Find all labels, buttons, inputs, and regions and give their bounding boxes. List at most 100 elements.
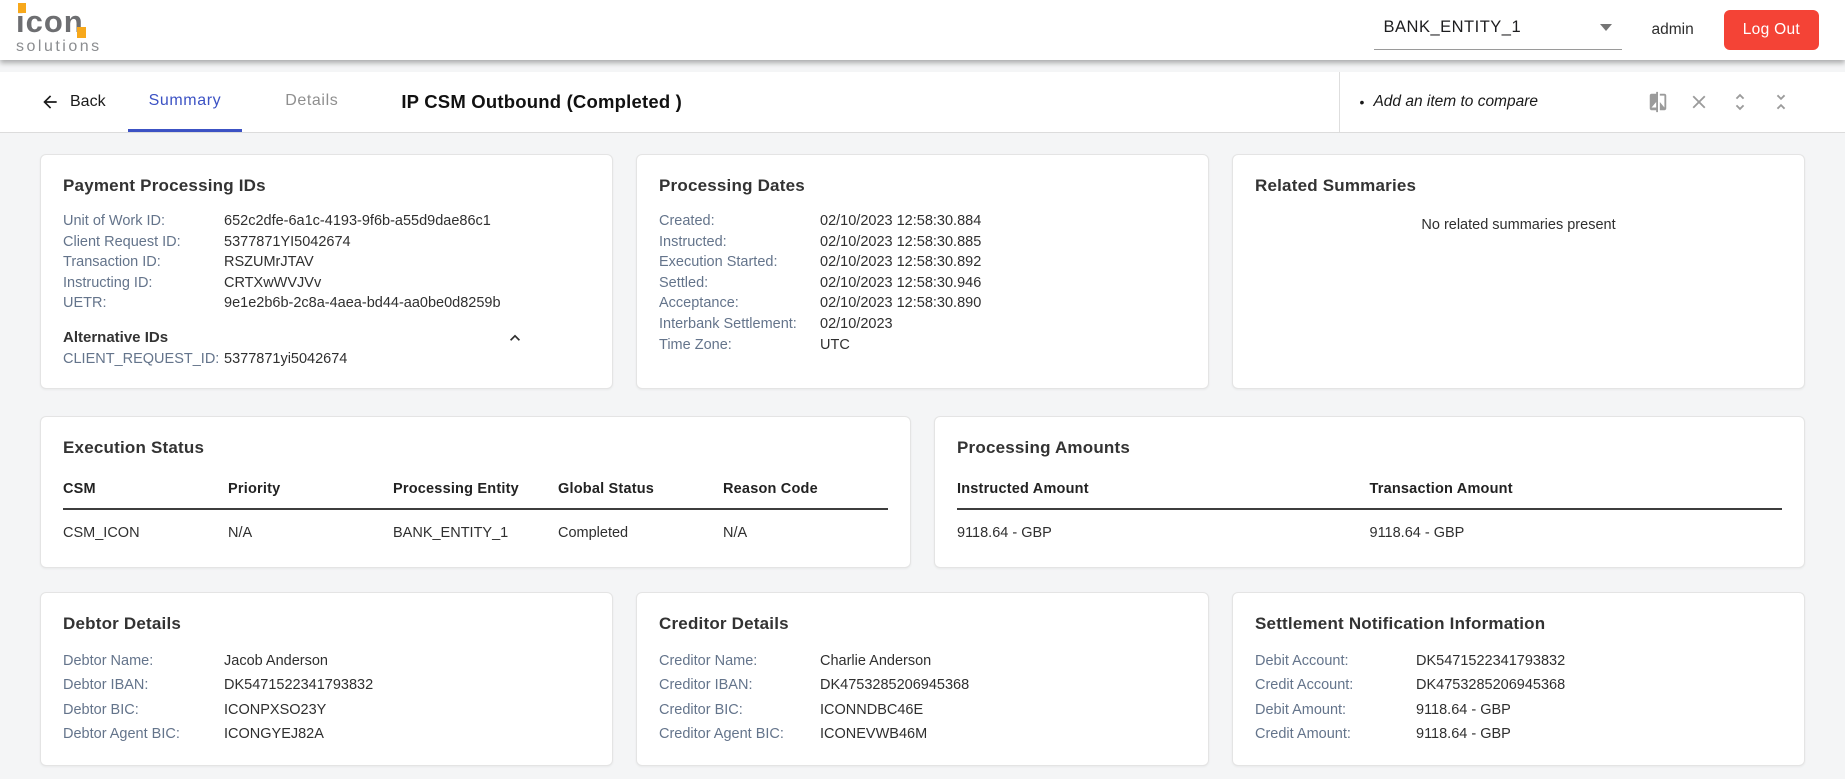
kv-value: DK5471522341793832	[1416, 652, 1566, 669]
card-title: Debtor Details	[63, 613, 182, 633]
kv-value: Jacob Anderson	[224, 652, 328, 669]
compare-icon[interactable]	[1646, 90, 1670, 114]
kv-value: 02/10/2023 12:58:30.946	[820, 274, 982, 291]
compare-section: • Add an item to compare	[1338, 72, 1845, 132]
kv-label: Client Request ID:	[63, 233, 181, 250]
kv-row: Debtor Agent BIC: ICONGYEJ82A	[63, 722, 590, 747]
kv-label: Creditor IBAN:	[659, 677, 753, 694]
kv-label: Execution Started:	[659, 254, 778, 271]
card-title: Settlement Notification Information	[1255, 613, 1546, 633]
kv-label: Debit Account:	[1255, 652, 1349, 669]
icon-solutions-logo: icon solutions	[16, 2, 102, 55]
kv-row: Acceptance: 02/10/2023 12:58:30.890	[659, 293, 1186, 314]
logo-orange-accent	[18, 2, 26, 13]
kv-row: Creditor BIC: ICONNDBC46E	[659, 698, 1186, 723]
cards-row-middle: Execution Status CSM Priority Processing…	[40, 415, 1805, 568]
kv-label: Debtor BIC:	[63, 701, 139, 718]
kv-label: Created:	[659, 213, 715, 229]
collapse-icon[interactable]	[1769, 90, 1793, 114]
kv-row: Interbank Settlement: 02/10/2023	[659, 314, 1186, 335]
kv-row: Debtor Name: Jacob Anderson	[63, 649, 590, 674]
kv-value: RSZUMrJTAV	[224, 254, 314, 271]
kv-label: Credit Account:	[1255, 677, 1354, 694]
logout-button[interactable]: Log Out	[1723, 10, 1819, 50]
column-header: Instructed Amount	[957, 472, 1370, 510]
kv-value: ICONGYEJ82A	[224, 726, 324, 743]
kv-row: Transaction ID: RSZUMrJTAV	[63, 252, 590, 273]
kv-label: Interbank Settlement:	[659, 315, 797, 332]
card-title: Processing Amounts	[957, 437, 1131, 457]
kv-label: Creditor Name:	[659, 652, 758, 669]
card-title: Related Summaries	[1255, 176, 1417, 195]
header-right: BANK_ENTITY_1 admin Log Out	[1373, 10, 1819, 50]
kv-label: Creditor Agent BIC:	[659, 726, 784, 743]
kv-label: Unit of Work ID:	[63, 213, 166, 229]
table-row: 9118.64 - GBP 9118.64 - GBP	[957, 509, 1782, 549]
kv-row: CLIENT_REQUEST_ID: 5377871yi5042674	[63, 349, 590, 370]
logo-word: icon	[16, 2, 86, 39]
logo-subtitle: solutions	[16, 37, 102, 55]
kv-label: CLIENT_REQUEST_ID:	[63, 350, 220, 367]
main-content: Payment Processing IDs Unit of Work ID: …	[0, 133, 1845, 766]
page-title: IP CSM Outbound (Completed )	[401, 91, 683, 112]
table-header-row: CSM Priority Processing Entity Global St…	[63, 472, 888, 510]
kv-row: Debtor BIC: ICONPXSO23Y	[63, 698, 590, 723]
empty-message: No related summaries present	[1421, 217, 1616, 233]
expand-icon[interactable]	[1728, 90, 1752, 114]
kv-row: Debit Account: DK5471522341793832	[1255, 649, 1782, 674]
table-cell: CSM_ICON	[63, 524, 140, 541]
kv-row: UETR: 9e1e2b6b-2c8a-4aea-bd44-aa0be0d825…	[63, 293, 590, 314]
kv-value: 02/10/2023 12:58:30.884	[820, 213, 982, 229]
kv-value: 02/10/2023 12:58:30.890	[820, 295, 982, 312]
tab-details[interactable]: Details	[264, 72, 359, 132]
kv-value: CRTXwWVJVv	[224, 274, 322, 291]
table-cell: 9118.64 - GBP	[1369, 524, 1465, 541]
kv-label: Creditor BIC:	[659, 701, 743, 718]
settlement-notification-card: Settlement Notification Information Debi…	[1232, 591, 1805, 766]
username-label: admin	[1651, 21, 1694, 38]
debtor-details-card: Debtor Details Debtor Name: Jacob Anders…	[40, 591, 613, 766]
kv-value: UTC	[820, 336, 850, 353]
kv-row: Creditor IBAN: DK4753285206945368	[659, 673, 1186, 698]
bank-entity-value: BANK_ENTITY_1	[1383, 18, 1522, 36]
close-icon[interactable]	[1687, 90, 1711, 114]
kv-row: Debtor IBAN: DK5471522341793832	[63, 673, 590, 698]
chevron-down-icon	[1599, 24, 1612, 31]
kv-value: Charlie Anderson	[820, 652, 932, 669]
chevron-up-icon[interactable]	[504, 327, 526, 349]
kv-label: Transaction ID:	[63, 254, 161, 271]
kv-label: Credit Amount:	[1255, 726, 1351, 743]
kv-label: UETR:	[63, 295, 107, 312]
kv-row: Credit Account: DK4753285206945368	[1255, 673, 1782, 698]
card-title: Payment Processing IDs	[63, 176, 266, 195]
back-arrow-icon	[43, 95, 57, 109]
kv-row: Created: 02/10/2023 12:58:30.884	[659, 211, 1186, 232]
execution-status-table: CSM Priority Processing Entity Global St…	[63, 472, 888, 549]
cards-row-bottom: Debtor Details Debtor Name: Jacob Anders…	[40, 591, 1805, 766]
tab-summary[interactable]: Summary	[127, 72, 243, 132]
processing-amounts-card: Processing Amounts Instructed Amount Tra…	[934, 415, 1805, 568]
kv-row: Unit of Work ID: 652c2dfe-6a1c-4193-9f6b…	[63, 211, 590, 232]
toolbar: Back Summary Details IP CSM Outbound (Co…	[0, 72, 1845, 133]
kv-value: 9118.64 - GBP	[1416, 726, 1511, 743]
kv-row: Client Request ID: 5377871YI5042674	[63, 232, 590, 253]
kv-value: 02/10/2023 12:58:30.892	[820, 254, 982, 271]
column-header: Transaction Amount	[1369, 472, 1782, 510]
back-button[interactable]: Back	[40, 72, 106, 132]
card-title: Execution Status	[63, 437, 205, 457]
kv-row: Creditor Name: Charlie Anderson	[659, 649, 1186, 674]
column-header: Priority	[228, 472, 393, 510]
bank-entity-select[interactable]: BANK_ENTITY_1	[1373, 10, 1622, 50]
table-cell: BANK_ENTITY_1	[393, 524, 509, 541]
kv-value: 02/10/2023 12:58:30.885	[820, 233, 982, 250]
cards-row-top: Payment Processing IDs Unit of Work ID: …	[40, 154, 1805, 389]
processing-amounts-table: Instructed Amount Transaction Amount 911…	[957, 472, 1782, 549]
kv-label: Debtor IBAN:	[63, 677, 149, 694]
kv-row: Debit Amount: 9118.64 - GBP	[1255, 698, 1782, 723]
kv-value: 02/10/2023	[820, 315, 893, 332]
creditor-details-card: Creditor Details Creditor Name: Charlie …	[636, 591, 1209, 766]
column-header: Global Status	[558, 472, 723, 510]
app-header: icon solutions BANK_ENTITY_1 admin Log O…	[0, 0, 1845, 60]
kv-row: Instructed: 02/10/2023 12:58:30.885	[659, 232, 1186, 253]
kv-row: Execution Started: 02/10/2023 12:58:30.8…	[659, 252, 1186, 273]
